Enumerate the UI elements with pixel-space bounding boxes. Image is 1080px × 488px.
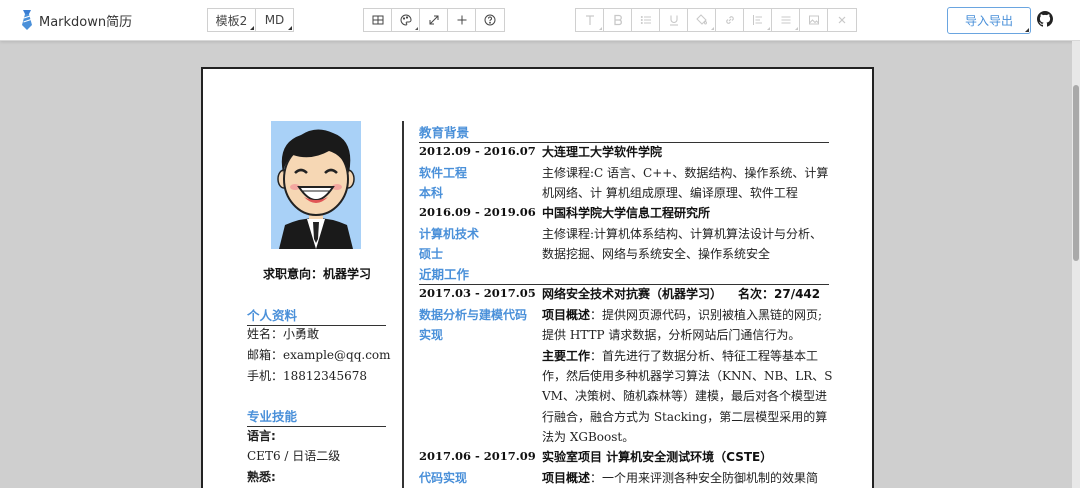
- personal-name: 姓名：小勇敢: [247, 327, 320, 341]
- list-icon[interactable]: [632, 9, 660, 31]
- underline-icon[interactable]: [660, 9, 688, 31]
- personal-phone: 手机：18812345678: [247, 369, 367, 383]
- work-2-date: 2017.06 - 2017.09: [419, 449, 536, 463]
- page-scrollbar[interactable]: [1072, 41, 1080, 488]
- education-heading: 教育背景: [419, 122, 829, 143]
- plus-icon[interactable]: [448, 9, 476, 31]
- tie-logo-icon: [22, 10, 32, 30]
- work-1-title: 网络安全技术对抗赛（机器学习）: [542, 287, 723, 301]
- image-icon[interactable]: [800, 9, 828, 31]
- dropdown-corner-icon: [711, 27, 714, 30]
- work-1-tasks-line5: 法为 XGBoost。: [542, 430, 635, 444]
- edu-1-date: 2012.09 - 2016.07: [419, 144, 536, 158]
- edu-2-degree: 硕士: [419, 247, 444, 261]
- close-icon[interactable]: [828, 9, 856, 31]
- dropdown-corner-icon: [288, 26, 292, 30]
- work-1-role-line1: 数据分析与建模代码: [419, 308, 528, 322]
- avatar: [271, 121, 361, 249]
- palette-icon[interactable]: [392, 9, 420, 31]
- scrollbar-thumb[interactable]: [1073, 85, 1079, 261]
- help-icon[interactable]: [476, 9, 504, 31]
- skills-language-value: CET6 / 日语二级: [247, 449, 341, 463]
- format-tools-group: [575, 8, 857, 32]
- table-icon[interactable]: [364, 9, 392, 31]
- skills-familiar-label: 熟悉:: [247, 470, 276, 484]
- work-2-title: 实验室项目 计算机安全测试环境（CSTE）: [542, 450, 773, 464]
- personal-info-heading: 个人资料: [247, 305, 386, 326]
- job-intent: 求职意向：机器学习: [262, 267, 371, 281]
- dropdown-corner-icon: [250, 26, 254, 30]
- edu-2-date: 2016.09 - 2019.06: [419, 205, 536, 219]
- expand-icon[interactable]: [420, 9, 448, 31]
- text-size-icon[interactable]: [576, 9, 604, 31]
- avatar-illustration: [271, 121, 361, 249]
- export-label: 导入导出: [964, 14, 1013, 28]
- edu-2-major: 计算机技术: [419, 227, 480, 241]
- import-export-button[interactable]: 导入导出: [947, 7, 1031, 34]
- edu-1-courses-line1: 主修课程:C 语言、C++、数据结构、操作系统、计算: [542, 166, 829, 180]
- dropdown-corner-icon: [599, 27, 602, 30]
- personal-email: 邮箱：example@qq.com: [247, 348, 391, 362]
- work-1-role-line2: 实现: [419, 328, 444, 342]
- work-1-rank: 名次：27/442: [738, 287, 821, 301]
- top-toolbar: Markdown简历 模板2 MD 导入导出: [0, 0, 1080, 41]
- skills-heading: 专业技能: [247, 406, 386, 427]
- work-1-tasks-line1: 主要工作：首先进行了数据分析、特征工程等基本工: [542, 349, 819, 363]
- template-select-button[interactable]: 模板2: [207, 8, 256, 32]
- app-title: Markdown简历: [39, 14, 133, 30]
- bold-icon[interactable]: [604, 9, 632, 31]
- edu-2-school: 中国科学院大学信息工程研究所: [542, 206, 711, 220]
- dropdown-corner-icon: [795, 27, 798, 30]
- work-1-tasks-line2: 作，然后使用多种机器学习算法（KNN、NB、LR、S: [542, 369, 833, 383]
- work-2-overview-line1: 项目概述：一个用来评测各种安全防御机制的效果简: [542, 471, 819, 485]
- work-1-overview-line1: 项目概述：提供网页源代码，识别被植入黑链的网页;: [542, 308, 823, 322]
- edu-1-major: 软件工程: [419, 166, 468, 180]
- edu-2-courses-line2: 数据挖掘、网络与系统安全、操作系统安全: [542, 247, 771, 261]
- edu-1-courses-line2: 机网络、计 算机组成原理、编译原理、软件工程: [542, 186, 798, 200]
- work-1-date: 2017.03 - 2017.05: [419, 286, 536, 300]
- dropdown-corner-icon: [415, 27, 418, 30]
- column-divider: [402, 121, 404, 488]
- work-1-overview-line2: 提供 HTTP 请求数据，分析网站后门通信行为。: [542, 328, 801, 342]
- edu-2-courses-line1: 主修课程:计算机体系结构、计算机算法设计与分析、: [542, 227, 823, 241]
- work-1-tasks-line3: VM、决策树、随机森林等）建模，最后对各个模型进: [542, 389, 827, 403]
- github-icon[interactable]: [1037, 11, 1053, 27]
- edu-1-school: 大连理工大学软件学院: [542, 145, 663, 159]
- dropdown-corner-icon: [1025, 28, 1029, 32]
- dropdown-corner-icon: [767, 27, 770, 30]
- view-tools-group: [363, 8, 505, 32]
- template-label: 模板2: [215, 13, 248, 28]
- skills-language-label: 语言:: [247, 429, 276, 443]
- align-icon[interactable]: [744, 9, 772, 31]
- work-heading: 近期工作: [419, 264, 829, 285]
- md-mode-button[interactable]: MD: [255, 8, 294, 32]
- justify-icon[interactable]: [772, 9, 800, 31]
- md-label: MD: [264, 13, 285, 27]
- brand[interactable]: Markdown简历: [20, 10, 132, 30]
- fill-color-icon[interactable]: [688, 9, 716, 31]
- link-icon[interactable]: [716, 9, 744, 31]
- work-1-tasks-line4: 行融合，融合方式为 Stacking，第二层模型采用的算: [542, 410, 828, 424]
- resume-paper: 求职意向：机器学习 个人资料 姓名：小勇敢 邮箱：example@qq.com …: [201, 67, 874, 488]
- work-2-role: 代码实现: [419, 471, 468, 485]
- edu-1-degree: 本科: [419, 186, 444, 200]
